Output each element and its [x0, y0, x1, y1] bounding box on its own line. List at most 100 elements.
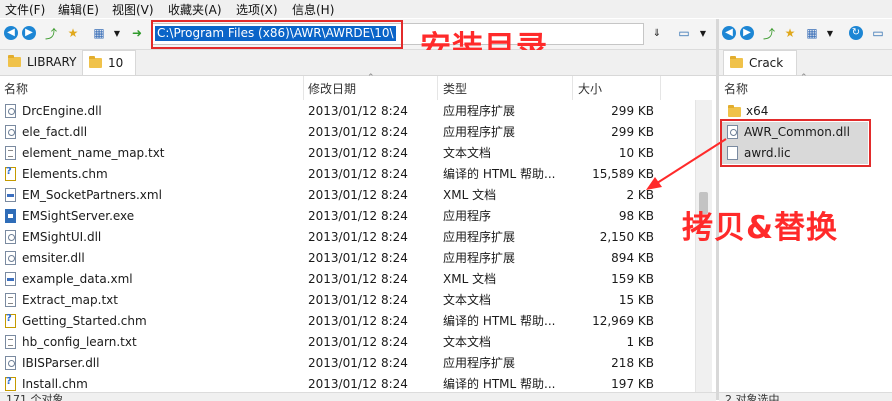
file-row[interactable]: DrcEngine.dll 2013/01/12 8:24 应用程序扩展 299 KB	[0, 101, 694, 122]
forward-button[interactable]: ▶	[20, 24, 38, 42]
install-dir-highlight-box	[151, 20, 403, 49]
right-view-dropdown-button[interactable]: ▼	[821, 24, 839, 42]
chm-file-icon	[5, 166, 16, 181]
file-row[interactable]: example_data.xml 2013/01/12 8:24 XML 文档 159…	[0, 269, 694, 290]
right-favorites-button[interactable]: ★	[781, 24, 799, 42]
desktop-dropdown-button[interactable]: ▼	[694, 24, 712, 42]
file-name: IBISParser.dll	[22, 356, 100, 370]
refresh-button[interactable]: ↻	[847, 24, 865, 42]
file-type: 应用程序扩展	[443, 356, 516, 370]
file-name: Getting_Started.chm	[22, 314, 147, 328]
address-history-button[interactable]: ⇓	[648, 24, 666, 42]
menu-favorites[interactable]: 收藏夹(A)	[168, 1, 222, 18]
file-row[interactable]: Extract_map.txt 2013/01/12 8:24 文本文档 15 KB	[0, 290, 694, 311]
right-view-mode-button[interactable]: ▦	[803, 24, 821, 42]
file-size: 299 KB	[611, 104, 654, 118]
column-header-date[interactable]: 修改日期	[308, 78, 356, 100]
menu-file[interactable]: 文件(F)	[5, 1, 45, 18]
back-arrow-icon: ◀	[722, 26, 736, 40]
dll-file-icon	[5, 125, 16, 139]
column-header-size[interactable]: 大小	[578, 78, 602, 100]
txt-file-icon	[5, 335, 16, 349]
file-row[interactable]: IBISParser.dll 2013/01/12 8:24 应用程序扩展 218 K…	[0, 353, 694, 374]
file-size: 894 KB	[611, 251, 654, 265]
file-type: 编译的 HTML 帮助...	[443, 314, 556, 328]
file-name: example_data.xml	[22, 272, 133, 286]
desktop-button[interactable]: ▭	[675, 24, 693, 42]
column-separator[interactable]	[437, 76, 438, 100]
tab-10[interactable]: 10	[82, 50, 136, 75]
arrow-icon	[646, 138, 727, 190]
right-back-button[interactable]: ◀	[720, 24, 738, 42]
tab-label: Crack	[749, 56, 784, 70]
monitor-icon: ▭	[872, 26, 884, 40]
file-date: 2013/01/12 8:24	[308, 146, 408, 160]
right-desktop-button[interactable]: ▭	[869, 24, 887, 42]
dll-file-icon	[5, 104, 16, 118]
txt-file-icon	[5, 293, 16, 307]
file-size: 15 KB	[618, 293, 654, 307]
right-up-folder-button[interactable]: ⤴	[760, 24, 778, 42]
chevron-down-icon: ▼	[826, 28, 834, 38]
right-column-header-name[interactable]: 名称	[724, 78, 748, 100]
file-date: 2013/01/12 8:24	[308, 188, 408, 202]
menu-edit[interactable]: 编辑(E)	[58, 1, 99, 18]
file-type: 文本文档	[443, 146, 492, 160]
tab-crack[interactable]: Crack	[723, 50, 797, 75]
file-row[interactable]: ele_fact.dll 2013/01/12 8:24 应用程序扩展 299 KB	[0, 122, 694, 143]
file-row[interactable]: EMSightUI.dll 2013/01/12 8:24 应用程序扩展 2,150 …	[0, 227, 694, 248]
column-header-type[interactable]: 类型	[443, 78, 467, 100]
view-dropdown-button[interactable]: ▼	[108, 24, 126, 42]
file-type: 应用程序扩展	[443, 104, 516, 118]
menu-options[interactable]: 选项(X)	[236, 1, 278, 18]
file-size: 159 KB	[611, 272, 654, 286]
menu-bar: 文件(F) 编辑(E) 视图(V) 收藏夹(A) 选项(X) 信息(H)	[0, 0, 892, 18]
go-button[interactable]: ➜	[128, 24, 146, 42]
menu-info[interactable]: 信息(H)	[292, 1, 334, 18]
file-row[interactable]: hb_config_learn.txt 2013/01/12 8:24 文本文档 1 …	[0, 332, 694, 353]
back-button[interactable]: ◀	[2, 24, 20, 42]
column-separator[interactable]	[660, 76, 661, 100]
file-size: 1 KB	[626, 335, 654, 349]
favorites-folder-button[interactable]: ★	[64, 24, 82, 42]
file-type: 应用程序扩展	[443, 230, 516, 244]
xml-file-icon	[5, 188, 16, 202]
file-date: 2013/01/12 8:24	[308, 230, 408, 244]
refresh-icon: ↻	[849, 26, 863, 40]
file-name: Elements.chm	[22, 167, 108, 181]
forward-arrow-icon: ▶	[740, 26, 754, 40]
column-header-name[interactable]: 名称	[4, 78, 28, 100]
file-date: 2013/01/12 8:24	[308, 167, 408, 181]
chevron-down-icon: ▼	[699, 28, 707, 38]
star-folder-icon: ★	[784, 26, 796, 40]
file-type: 应用程序扩展	[443, 125, 516, 139]
column-separator[interactable]	[303, 76, 304, 100]
file-row[interactable]: Install.chm 2013/01/12 8:24 编译的 HTML 帮助...…	[0, 374, 694, 392]
file-date: 2013/01/12 8:24	[308, 356, 408, 370]
file-name: hb_config_learn.txt	[22, 335, 137, 349]
file-name: DrcEngine.dll	[22, 104, 102, 118]
file-name: ele_fact.dll	[22, 125, 88, 139]
up-folder-button[interactable]: ⤴	[42, 24, 60, 42]
tab-library[interactable]: LIBRARY	[4, 50, 84, 74]
file-row[interactable]: Getting_Started.chm 2013/01/12 8:24 编译的 HT…	[0, 311, 694, 332]
menu-view[interactable]: 视图(V)	[112, 1, 154, 18]
file-size: 197 KB	[611, 377, 654, 391]
file-row[interactable]: Elements.chm 2013/01/12 8:24 编译的 HTML 帮助..…	[0, 164, 694, 185]
file-date: 2013/01/12 8:24	[308, 293, 408, 307]
file-row[interactable]: EMSightServer.exe 2013/01/12 8:24 应用程序 98 K…	[0, 206, 694, 227]
chm-file-icon	[5, 376, 16, 391]
folder-icon	[8, 55, 21, 67]
file-name: EM_SocketPartners.xml	[22, 188, 162, 202]
file-row[interactable]: EM_SocketPartners.xml 2013/01/12 8:24 XML …	[0, 185, 694, 206]
monitor-icon: ▭	[678, 26, 690, 40]
file-row[interactable]: element_name_map.txt 2013/01/12 8:24 文本文档 1…	[0, 143, 694, 164]
file-name: EMSightUI.dll	[22, 230, 102, 244]
file-type: XML 文档	[443, 272, 497, 286]
right-forward-button[interactable]: ▶	[738, 24, 756, 42]
file-type: 文本文档	[443, 335, 492, 349]
file-row[interactable]: emsiter.dll 2013/01/12 8:24 应用程序扩展 894 KB	[0, 248, 694, 269]
grid-view-icon: ▦	[93, 26, 105, 40]
column-separator[interactable]	[572, 76, 573, 100]
view-mode-button[interactable]: ▦	[90, 24, 108, 42]
